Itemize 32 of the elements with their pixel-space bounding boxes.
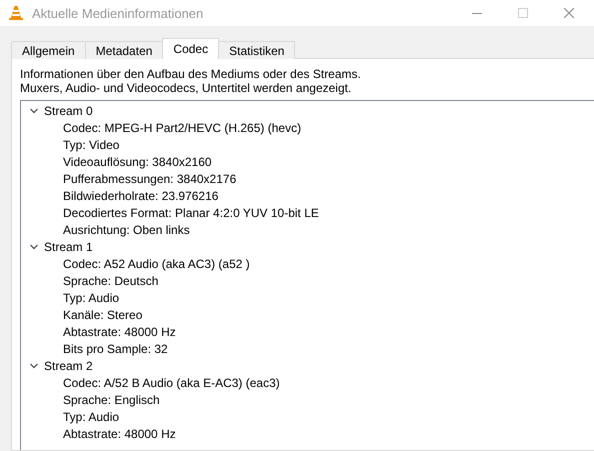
tree-item[interactable]: Bits pro Sample: 32 [63,342,168,356]
tree-item[interactable]: Bildwiederholrate: 23.976216 [63,188,218,202]
tree-item[interactable]: Stream 0 [44,104,93,118]
close-icon[interactable] [564,8,574,18]
tree-item[interactable]: Typ: Audio [63,290,120,304]
tree-item[interactable]: Videoauflösung: 3840x2160 [63,154,212,168]
tree-item[interactable]: Abtastrate: 48000 Hz [63,324,176,338]
tab[interactable]: Allgemein [11,41,86,59]
tree-item[interactable]: Codec: A52 Audio (aka AC3) (a52 ) [63,256,250,270]
tree-item[interactable]: Decodiertes Format: Planar 4:2:0 YUV 10-bit LE [63,206,319,220]
tree-item[interactable]: Ausrichtung: Oben links [63,222,190,236]
tree-item[interactable]: Stream 1 [44,240,93,254]
tree-item[interactable]: Stream 2 [44,358,93,372]
tree-item[interactable]: Abtastrate: 48000 Hz [63,426,176,440]
description-text: Informationen über den Aufbau des Mediums oder des Streams. [20,67,361,81]
tree-item[interactable]: Codec: MPEG-H Part2/HEVC (H.265) (hevc) [63,120,302,134]
tree-item[interactable]: Typ: Audio [63,410,120,424]
traffic-cone-icon [8,5,24,21]
tree-item[interactable]: Pufferabmessungen: 3840x2176 [63,172,236,186]
tab[interactable]: Codec [162,38,220,59]
tree-item[interactable]: Sprache: Englisch [63,392,160,406]
description-text: Muxers, Audio- und Videocodecs, Untertitel werden angezeigt. [20,81,352,95]
tab[interactable]: Statistiken [218,41,296,59]
tree-item[interactable]: Kanäle: Stereo [63,308,142,322]
tree-item[interactable]: Sprache: Deutsch [63,274,158,288]
chevron-down-icon[interactable] [30,242,38,250]
chevron-down-icon[interactable] [30,106,38,114]
chevron-down-icon[interactable] [30,362,38,370]
tab[interactable]: Metadaten [84,41,164,59]
tree-item[interactable]: Typ: Video [63,138,120,152]
window-title: Aktuelle Medieninformationen [32,6,204,20]
tree-item[interactable]: Codec: A/52 B Audio (aka E-AC3) (eac3) [63,376,280,390]
